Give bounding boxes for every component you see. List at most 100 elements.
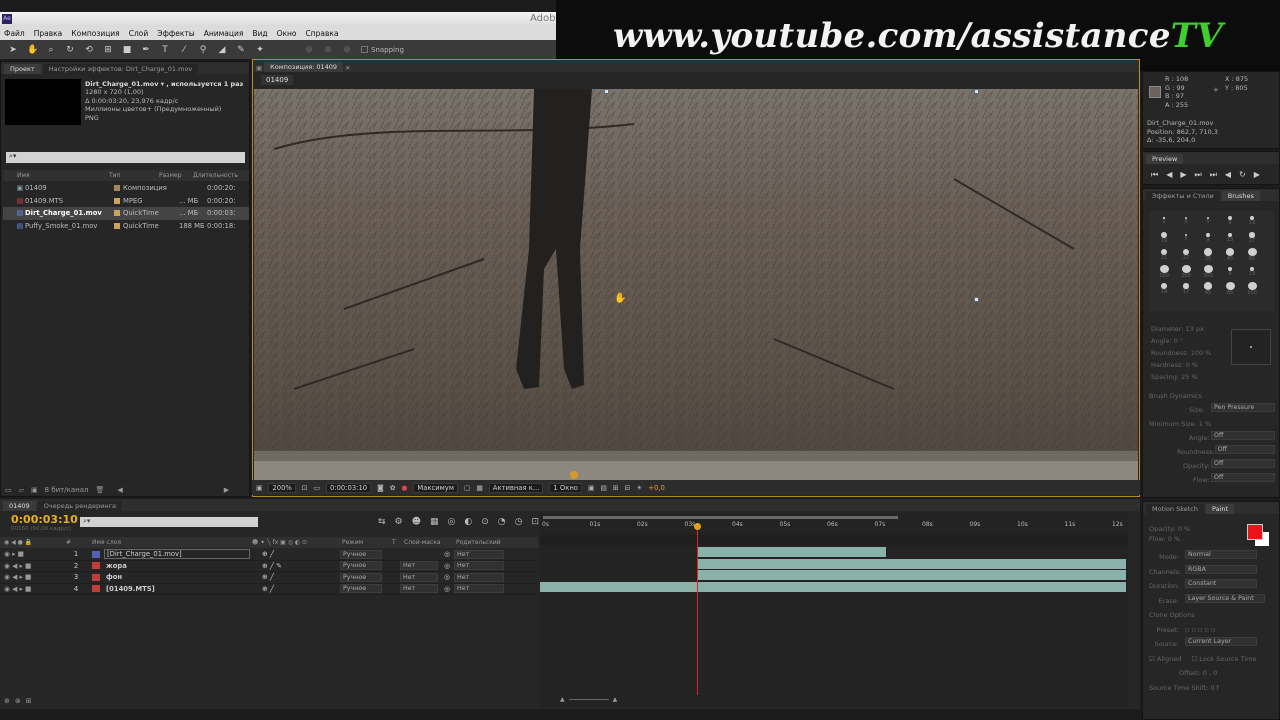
parent-pickwhip-icon[interactable]: ◎: [444, 573, 454, 581]
layer-parent-select[interactable]: Нет: [454, 549, 504, 559]
roi-icon[interactable]: ▢: [464, 484, 470, 492]
comp-mini-flowchart-icon[interactable]: ⇆: [378, 517, 386, 527]
preset-buttons-icon[interactable]: ▫ ▫ ▫ ▫ ▫: [1185, 623, 1215, 638]
layer-handle[interactable]: [974, 297, 979, 302]
brush-tip[interactable]: 21: [1154, 248, 1174, 262]
roto-brush-tool-icon[interactable]: ✎: [236, 45, 246, 55]
layer-switches[interactable]: ⊕ ╱: [250, 585, 340, 593]
comp-marker-icon[interactable]: ⊡: [532, 517, 540, 527]
shy-icon[interactable]: ☻: [412, 517, 421, 527]
brush-tip[interactable]: 19: [1154, 231, 1174, 245]
layer-duration-bar[interactable]: [697, 558, 1126, 569]
min-size-field[interactable]: Minimum Size: 1 %: [1149, 417, 1275, 431]
layer-parent-select[interactable]: Нет: [454, 584, 504, 594]
lock-source-checkbox[interactable]: ☐ Lock Source Time: [1191, 652, 1256, 667]
flowchart-icon[interactable]: ⊟: [624, 484, 630, 492]
last-frame-icon[interactable]: ⏭: [1210, 170, 1217, 180]
layer-av-switches[interactable]: ◉ ◀ ▸ ■: [0, 573, 60, 581]
pen-tool-icon[interactable]: ✒: [141, 45, 151, 55]
layer-av-switches[interactable]: ◉ ◀ ▸ ■: [0, 562, 60, 570]
tab-project[interactable]: Проект: [4, 64, 41, 74]
axis-mode-icon[interactable]: ⊕: [304, 45, 314, 55]
brush-tip[interactable]: 5: [1176, 231, 1196, 245]
layer-label-color[interactable]: [92, 562, 100, 570]
brush-tip[interactable]: 13: [1242, 214, 1262, 228]
brush-tip[interactable]: 13: [1242, 265, 1262, 279]
paint-opacity-field[interactable]: Opacity: 0 %: [1149, 524, 1190, 534]
rectangle-tool-icon[interactable]: ■: [122, 45, 132, 55]
timeline-search-input[interactable]: ⌕▾: [80, 517, 258, 527]
av-switches-icons[interactable]: ◉ ◀ ● 🔒: [0, 539, 66, 546]
next-frame-icon[interactable]: ⏭: [1195, 170, 1202, 180]
channels-select[interactable]: RGBA: [1185, 564, 1257, 574]
brush-tip[interactable]: 27: [1176, 248, 1196, 262]
transparency-grid-icon[interactable]: ▦: [476, 484, 482, 492]
grid-toggle-icon[interactable]: ▣: [256, 484, 262, 492]
roundness-dyn-select[interactable]: Off: [1214, 445, 1275, 454]
time-ruler[interactable]: 0s 01s 02s 03s 04s 05s 06s 07s 08s 09s 10s 11s 12s: [540, 521, 1128, 533]
new-folder-icon[interactable]: ▱: [19, 486, 24, 494]
opacity-dyn-select[interactable]: Off: [1211, 459, 1275, 468]
parent-pickwhip-icon[interactable]: ◎: [444, 562, 454, 570]
foreground-color-swatch[interactable]: [1247, 524, 1263, 540]
zoom-out-icon[interactable]: ▲: [560, 696, 565, 703]
playhead-handle[interactable]: [694, 523, 702, 530]
project-item-selected[interactable]: ▤ Dirt_Charge_01.mov QuickTime ... МБ 0:…: [3, 207, 249, 220]
lock-icon[interactable]: ▣: [256, 64, 262, 72]
hand-tool-icon[interactable]: ✋: [27, 45, 38, 55]
brush-tip[interactable]: 200: [1176, 265, 1196, 279]
current-time-field[interactable]: 0:00:03:10: [325, 482, 372, 493]
parent-pickwhip-icon[interactable]: ◎: [444, 585, 454, 593]
col-type[interactable]: Тип: [109, 172, 159, 179]
layer-switches-icons[interactable]: ☻ ✦ ╲ fx ▣ ◎ ◐ ⊙: [252, 539, 342, 546]
rotate-tool-icon[interactable]: ↻: [65, 45, 75, 55]
comp-flowchart-tab[interactable]: 01409: [261, 75, 294, 85]
size-select[interactable]: Pen Pressure: [1211, 403, 1275, 412]
brush-tip[interactable]: 17: [1176, 282, 1196, 296]
layer-trkmat-select[interactable]: Нет: [400, 572, 438, 582]
layer-handle[interactable]: [604, 89, 609, 94]
selection-tool-icon[interactable]: ➤: [8, 45, 18, 55]
col-name[interactable]: Имя: [3, 172, 109, 179]
zoom-slider[interactable]: ▲ ▲: [560, 695, 620, 703]
brush-tip[interactable]: 3: [1176, 214, 1196, 228]
eraser-tool-icon[interactable]: ◢: [217, 45, 227, 55]
layer-av-switches[interactable]: ◉ ◀ ▸ ■: [0, 585, 60, 593]
spacing-field[interactable]: Spacing: 25 %: [1151, 371, 1211, 383]
mode-select[interactable]: Normal: [1185, 550, 1257, 559]
scroll-left-icon[interactable]: ◀: [117, 486, 122, 494]
view-axis-icon[interactable]: ⊕: [342, 45, 352, 55]
menu-edit[interactable]: Правка: [34, 29, 63, 38]
toggle-pixel-aspect-icon[interactable]: ▣: [588, 484, 594, 492]
play-icon[interactable]: ▶: [1180, 170, 1186, 180]
brush-tip[interactable]: 1: [1154, 214, 1174, 228]
brush-tip[interactable]: 300: [1198, 265, 1218, 279]
expand-icon[interactable]: ⊞: [26, 697, 32, 705]
loop-icon[interactable]: ↻: [1239, 170, 1246, 180]
snapping-toggle[interactable]: Snapping: [361, 46, 404, 54]
audio-icon[interactable]: ◀: [1225, 170, 1231, 180]
layer-mode-select[interactable]: Ручное: [340, 561, 382, 571]
layer-name[interactable]: фон: [104, 573, 250, 581]
layer-row[interactable]: ◉ ◀ ▸ ■ 3 фон ⊕ ╱ Ручное Нет ◎ Нет: [0, 572, 538, 584]
zoom-in-icon[interactable]: ▲: [613, 696, 618, 703]
layer-parent-select[interactable]: Нет: [454, 561, 504, 571]
clone-stamp-tool-icon[interactable]: ⚲: [198, 45, 208, 55]
tab-composition[interactable]: Композиция: 01409: [264, 62, 344, 72]
bit-depth-button[interactable]: 8 бит/канал: [45, 486, 89, 494]
brush-tip[interactable]: 9: [1220, 265, 1240, 279]
brainstorm-icon[interactable]: ◐: [464, 517, 472, 527]
timeline-tracks[interactable]: 0s 01s 02s 03s 04s 05s 06s 07s 08s 09s 10s 11s 12s: [540, 513, 1128, 707]
layer-mode-select[interactable]: Ручное: [340, 549, 382, 559]
project-item[interactable]: ▤ 01409.MTS MPEG ... МБ 0:00:20:: [3, 195, 249, 208]
layer-name[interactable]: [Dirt_Charge_01.mov]: [104, 549, 250, 560]
scroll-right-icon[interactable]: ▶: [224, 486, 229, 494]
tab-effect-controls[interactable]: Настройки эффектов: Dirt_Charge_01.mov: [42, 64, 199, 74]
zoom-tool-icon[interactable]: ⌕: [46, 45, 56, 55]
exposure-value[interactable]: +0,0: [648, 484, 665, 492]
source-time-shift-field[interactable]: Source Time Shift: 0 f: [1149, 681, 1275, 696]
layer-label-color[interactable]: [92, 573, 100, 581]
source-select[interactable]: Current Layer: [1185, 637, 1257, 646]
brush-tip[interactable]: 9: [1220, 214, 1240, 228]
ram-preview-icon[interactable]: ▶: [1254, 170, 1260, 180]
